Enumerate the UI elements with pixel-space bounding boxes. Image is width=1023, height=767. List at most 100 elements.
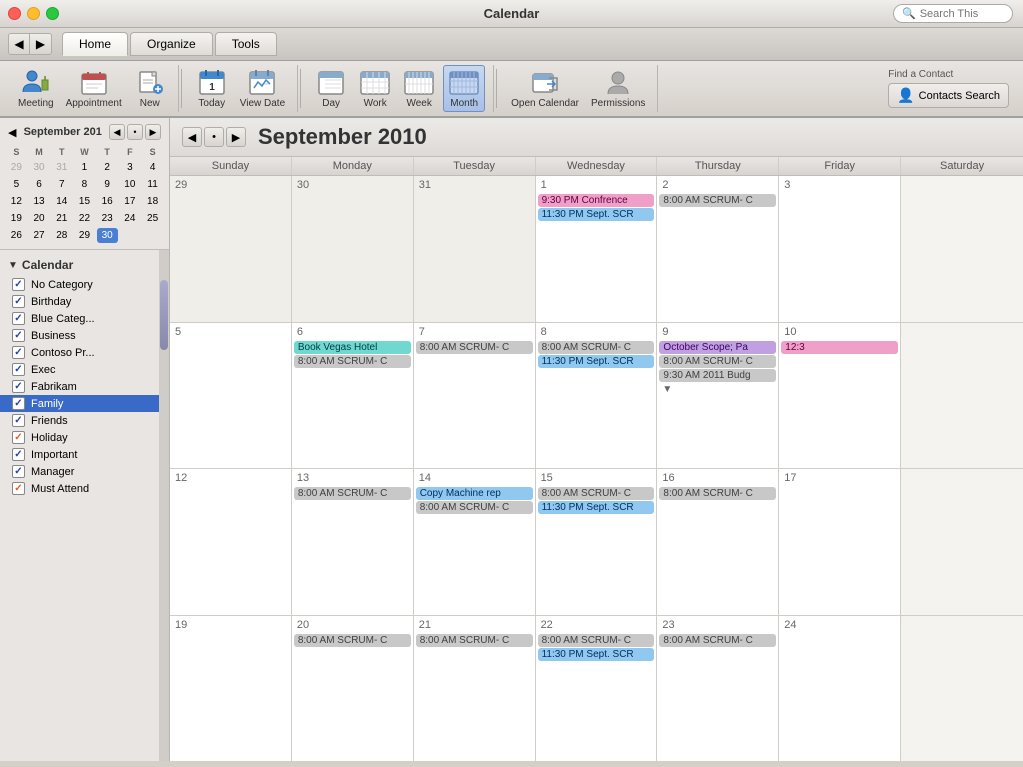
calendar-checkbox-blue[interactable] (12, 312, 25, 325)
forward-button[interactable]: ▶ (30, 33, 52, 55)
tab-home[interactable]: Home (62, 32, 128, 56)
calendar-checkbox-must-attend[interactable] (12, 482, 25, 495)
calendar-checkbox-contoso[interactable] (12, 346, 25, 359)
cal-cell-sep9[interactable]: 9 October Scope; Pa 8:00 AM SCRUM- C 9:3… (657, 323, 779, 469)
mini-cal-cell[interactable]: 4 (142, 160, 163, 175)
appointment-button[interactable]: Appointment (62, 66, 126, 111)
cal-cell-sep16[interactable]: 16 8:00 AM SCRUM- C (657, 469, 779, 615)
calendar-item-important[interactable]: Important (0, 446, 169, 463)
mini-cal-cell[interactable]: 24 (120, 211, 141, 226)
mini-cal-cell[interactable]: 5 (6, 177, 27, 192)
calendar-item-contoso[interactable]: Contoso Pr... (0, 344, 169, 361)
mini-cal-cell[interactable]: 29 (74, 228, 95, 243)
cal-cell-sep1[interactable]: 1 9:30 PM Confrence 11:30 PM Sept. SCR (536, 176, 658, 322)
cal-cell-sep4[interactable] (901, 176, 1023, 322)
calendar-checkbox-manager[interactable] (12, 465, 25, 478)
mini-cal-cell[interactable]: 12 (6, 194, 27, 209)
calendar-item-blue-category[interactable]: Blue Categ... (0, 310, 169, 327)
day-button[interactable]: Day (311, 66, 351, 111)
mini-cal-today-cell[interactable]: 30 (97, 228, 118, 243)
cal-next-button[interactable]: ▶ (226, 127, 246, 147)
week-button[interactable]: Week (399, 66, 439, 111)
calendar-event[interactable]: 8:00 AM SCRUM- C (659, 634, 776, 647)
cal-cell-sep10[interactable]: 10 12:3 (779, 323, 901, 469)
work-button[interactable]: Work (355, 66, 395, 111)
calendar-checkbox-birthday[interactable] (12, 295, 25, 308)
mini-cal-cell[interactable]: 30 (29, 160, 50, 175)
calendar-event[interactable]: 8:00 AM SCRUM- C (416, 341, 533, 354)
cal-cell-sep25[interactable] (901, 616, 1023, 762)
cal-cell-sep2[interactable]: 2 8:00 AM SCRUM- C (657, 176, 779, 322)
tab-organize[interactable]: Organize (130, 32, 213, 56)
mini-cal-cell[interactable]: 10 (120, 177, 141, 192)
cal-cell-sep20[interactable]: 20 8:00 AM SCRUM- C (292, 616, 414, 762)
calendar-event[interactable]: Book Vegas Hotel (294, 341, 411, 354)
calendar-event[interactable]: 8:00 AM SCRUM- C (538, 341, 655, 354)
mini-cal-cell[interactable]: 29 (6, 160, 27, 175)
cal-cell-sep8[interactable]: 8 8:00 AM SCRUM- C 11:30 PM Sept. SCR (536, 323, 658, 469)
month-button[interactable]: Month (443, 65, 485, 112)
calendar-event[interactable]: 8:00 AM SCRUM- C (659, 194, 776, 207)
mini-cal-cell[interactable]: 14 (51, 194, 72, 209)
cal-cell-sep15[interactable]: 15 8:00 AM SCRUM- C 11:30 PM Sept. SCR (536, 469, 658, 615)
calendar-event[interactable]: 8:00 AM SCRUM- C (659, 487, 776, 500)
calendar-event[interactable]: 8:00 AM SCRUM- C (294, 487, 411, 500)
cal-cell-aug29[interactable]: 29 (170, 176, 292, 322)
cal-cell-sep17[interactable]: 17 (779, 469, 901, 615)
calendar-item-fabrikam[interactable]: Fabrikam (0, 378, 169, 395)
calendar-item-friends[interactable]: Friends (0, 412, 169, 429)
mini-cal-cell[interactable]: 28 (51, 228, 72, 243)
cal-cell-sep22[interactable]: 22 8:00 AM SCRUM- C 11:30 PM Sept. SCR (536, 616, 658, 762)
mini-cal-prev[interactable]: ◀ (109, 124, 125, 140)
calendar-item-business[interactable]: Business (0, 327, 169, 344)
mini-cal-cell[interactable]: 8 (74, 177, 95, 192)
chevron-down-icon[interactable]: ▼ (8, 260, 18, 271)
permissions-button[interactable]: Permissions (587, 66, 649, 111)
calendar-checkbox-friends[interactable] (12, 414, 25, 427)
mini-cal-cell[interactable]: 26 (6, 228, 27, 243)
mini-cal-cell[interactable]: 2 (97, 160, 118, 175)
mini-cal-back-arrow[interactable]: ◀ (8, 126, 16, 139)
calendar-event[interactable]: 8:00 AM SCRUM- C (416, 634, 533, 647)
maximize-button[interactable] (46, 7, 59, 20)
cal-cell-sep18[interactable] (901, 469, 1023, 615)
mini-cal-cell[interactable]: 23 (97, 211, 118, 226)
sidebar-scrollbar[interactable] (159, 250, 169, 761)
calendar-item-must-attend[interactable]: Must Attend (0, 480, 169, 497)
calendar-event[interactable]: 11:30 PM Sept. SCR (538, 648, 655, 661)
calendar-item-no-category[interactable]: No Category (0, 276, 169, 293)
mini-cal-cell[interactable]: 13 (29, 194, 50, 209)
cal-cell-sep24[interactable]: 24 (779, 616, 901, 762)
mini-cal-today[interactable]: • (127, 124, 143, 140)
cal-cell-sep23[interactable]: 23 8:00 AM SCRUM- C (657, 616, 779, 762)
mini-cal-cell[interactable]: 15 (74, 194, 95, 209)
search-input[interactable] (920, 8, 1004, 20)
calendar-event[interactable]: 8:00 AM SCRUM- C (294, 355, 411, 368)
mini-cal-cell[interactable] (120, 228, 141, 243)
calendar-item-holiday[interactable]: Holiday (0, 429, 169, 446)
calendar-event[interactable]: 9:30 AM 2011 Budg (659, 369, 776, 382)
calendar-checkbox-no-category[interactable] (12, 278, 25, 291)
calendar-event[interactable]: 11:30 PM Sept. SCR (538, 208, 655, 221)
cal-cell-sep12[interactable]: 12 (170, 469, 292, 615)
cal-cell-sep14[interactable]: 14 Copy Machine rep 8:00 AM SCRUM- C (414, 469, 536, 615)
mini-cal-cell[interactable]: 20 (29, 211, 50, 226)
minimize-button[interactable] (27, 7, 40, 20)
calendar-event[interactable]: 11:30 PM Sept. SCR (538, 355, 655, 368)
mini-cal-cell[interactable]: 19 (6, 211, 27, 226)
cal-cell-aug30[interactable]: 30 (292, 176, 414, 322)
calendar-event[interactable]: 8:00 AM SCRUM- C (294, 634, 411, 647)
contacts-search-button[interactable]: 👤 Contacts Search (888, 83, 1009, 108)
cal-cell-sep3[interactable]: 3 (779, 176, 901, 322)
calendar-event[interactable]: 11:30 PM Sept. SCR (538, 501, 655, 514)
cal-cell-aug31[interactable]: 31 (414, 176, 536, 322)
calendar-item-manager[interactable]: Manager (0, 463, 169, 480)
meeting-button[interactable]: Meeting (14, 66, 58, 111)
new-button[interactable]: New (130, 66, 170, 111)
mini-cal-cell[interactable]: 31 (51, 160, 72, 175)
calendar-checkbox-holiday[interactable] (12, 431, 25, 444)
mini-cal-cell[interactable]: 16 (97, 194, 118, 209)
calendar-event[interactable]: 12:3 (781, 341, 898, 354)
calendar-checkbox-fabrikam[interactable] (12, 380, 25, 393)
sidebar-scrollbar-thumb[interactable] (160, 280, 168, 350)
